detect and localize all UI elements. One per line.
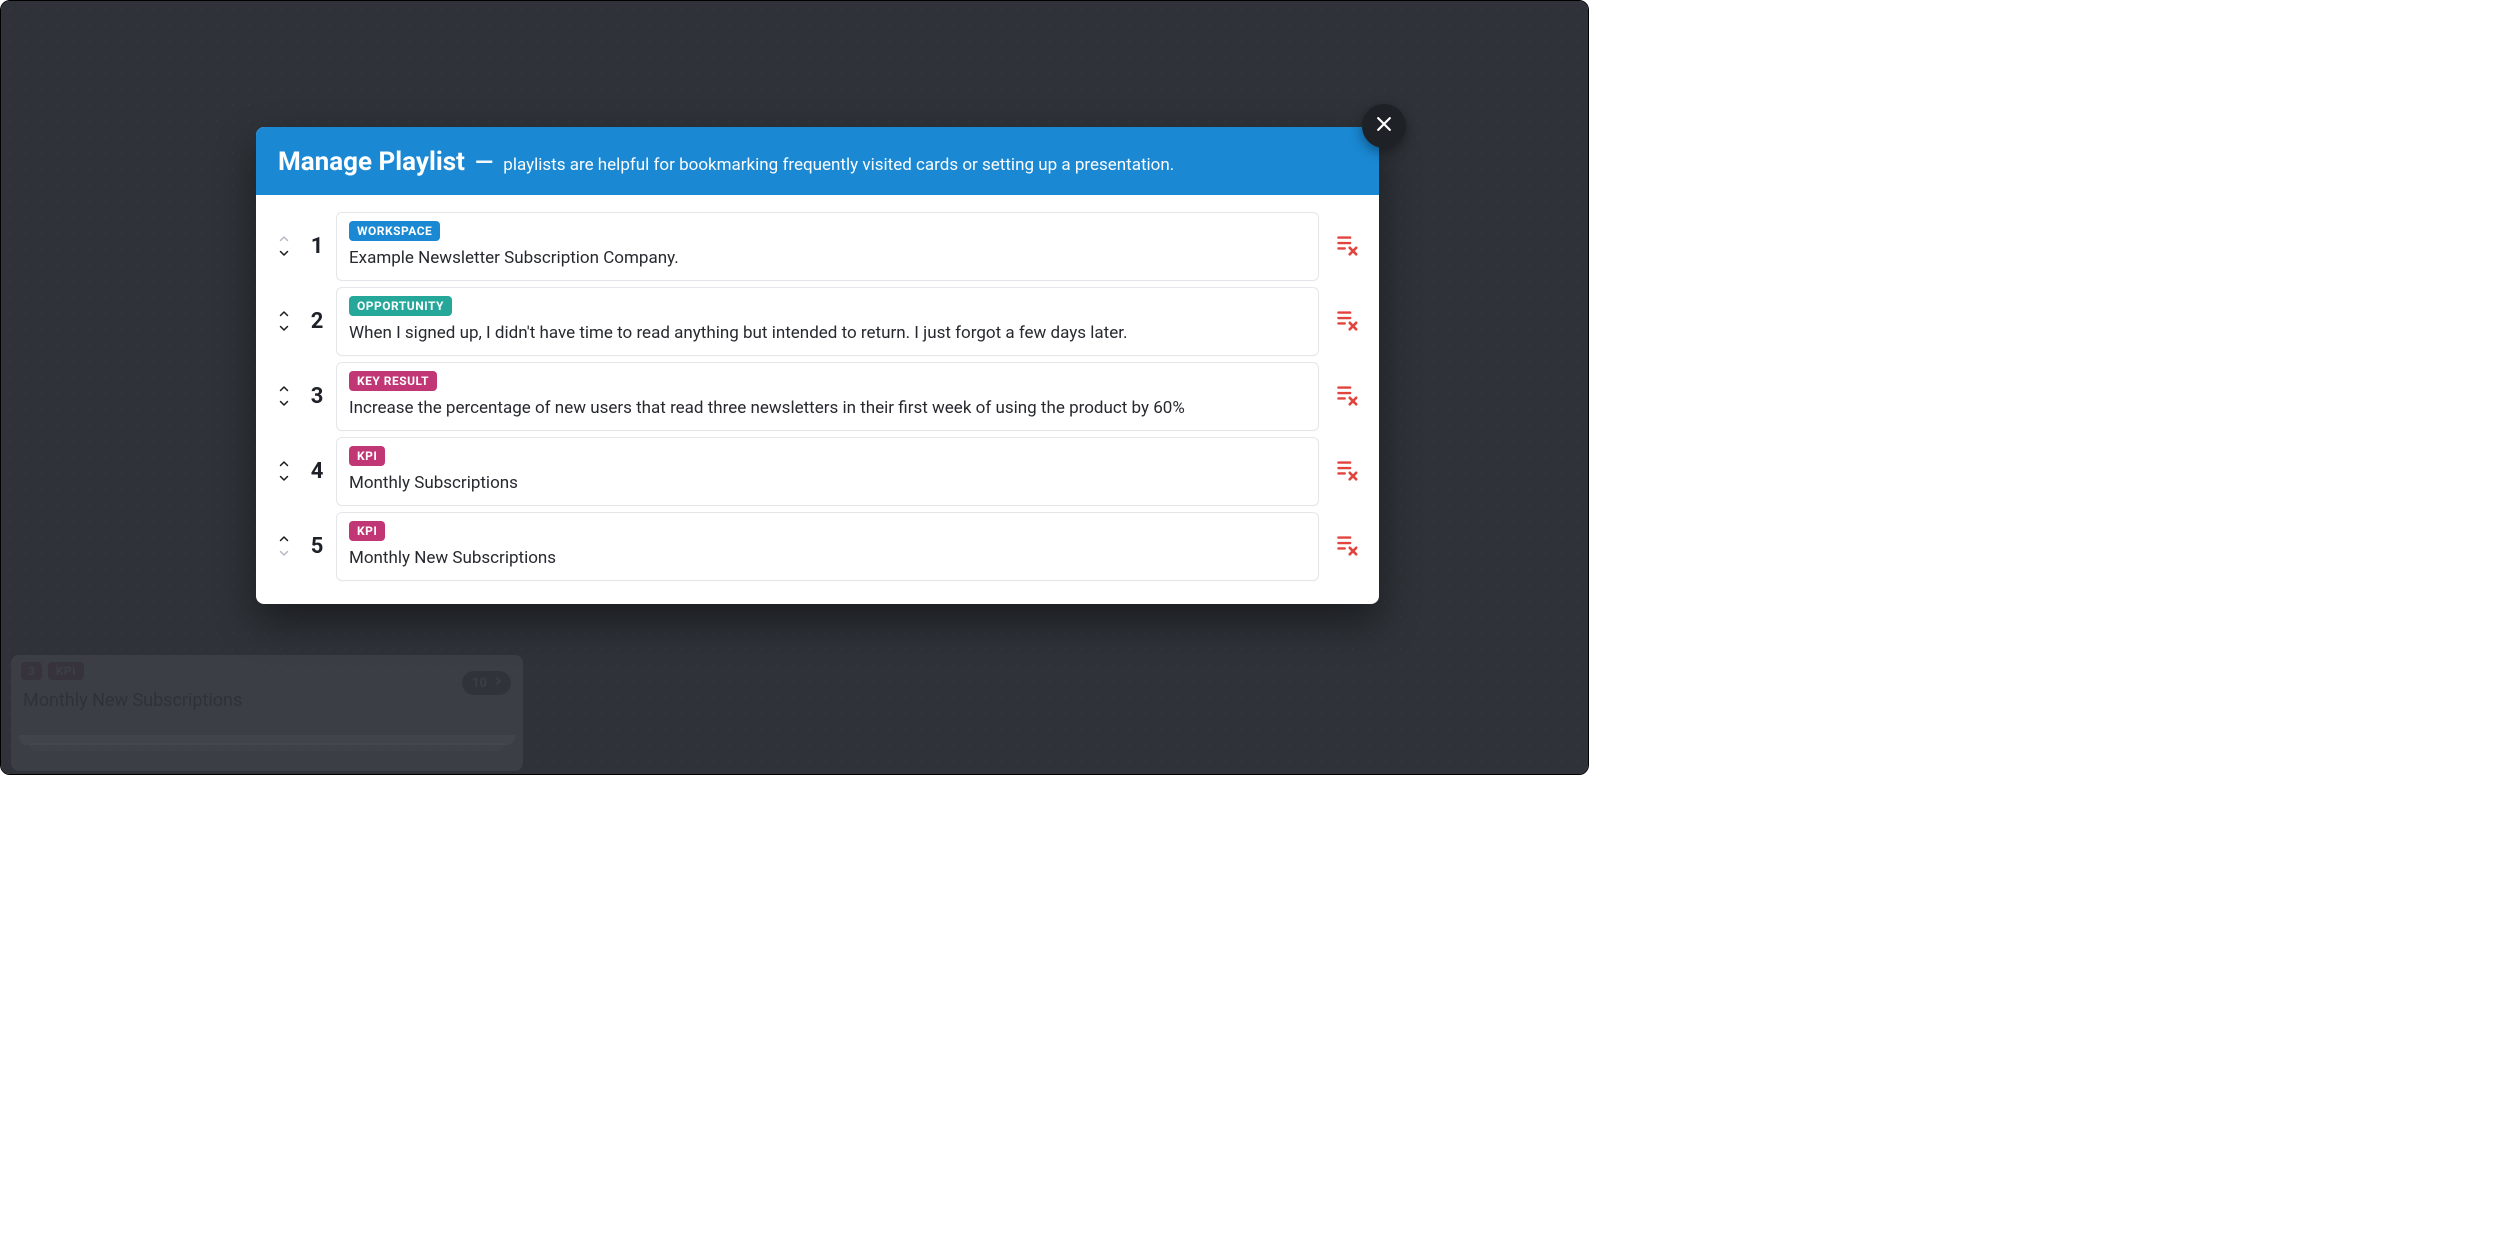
card-text: Increase the percentage of new users tha… <box>349 397 1306 420</box>
app-window: 3 KPI Monthly New Subscriptions 10 Manag… <box>0 0 1589 775</box>
card-text: Monthly Subscriptions <box>349 472 1306 495</box>
remove-from-list-icon <box>1334 531 1360 561</box>
remove-item-button[interactable] <box>1329 531 1365 561</box>
playlist-row: 2 OPPORTUNITY When I signed up, I didn't h… <box>270 284 1365 359</box>
playlist-card[interactable]: WORKSPACE Example Newsletter Subscription… <box>336 212 1319 281</box>
remove-item-button[interactable] <box>1329 231 1365 261</box>
move-down-button[interactable] <box>274 246 294 260</box>
card-text: When I signed up, I didn't have time to … <box>349 322 1306 345</box>
modal-body: 1 WORKSPACE Example Newsletter Subscriptio… <box>256 195 1379 604</box>
card-type-badge: KPI <box>349 446 385 466</box>
playlist-card[interactable]: OPPORTUNITY When I signed up, I didn't ha… <box>336 287 1319 356</box>
remove-from-list-icon <box>1334 306 1360 336</box>
reorder-controls <box>270 532 298 560</box>
card-type-badge: KPI <box>349 521 385 541</box>
playlist-card[interactable]: KPI Monthly New Subscriptions <box>336 512 1319 581</box>
chevron-down-icon <box>274 244 294 263</box>
chevron-down-icon <box>274 319 294 338</box>
modal-subtitle: playlists are helpful for bookmarking fr… <box>503 155 1174 175</box>
move-down-button <box>274 546 294 560</box>
remove-item-button[interactable] <box>1329 381 1365 411</box>
chevron-down-icon <box>274 394 294 413</box>
playlist-card[interactable]: KPI Monthly Subscriptions <box>336 437 1319 506</box>
card-text: Monthly New Subscriptions <box>349 547 1306 570</box>
remove-from-list-icon <box>1334 381 1360 411</box>
move-down-button[interactable] <box>274 471 294 485</box>
row-ordinal: 3 <box>308 384 326 409</box>
remove-from-list-icon <box>1334 456 1360 486</box>
card-type-badge: OPPORTUNITY <box>349 296 452 316</box>
chevron-down-icon <box>274 544 294 563</box>
modal-title-dash: — <box>475 148 493 176</box>
row-ordinal: 5 <box>308 534 326 559</box>
move-down-button[interactable] <box>274 396 294 410</box>
playlist-card[interactable]: KEY RESULT Increase the percentage of new… <box>336 362 1319 431</box>
card-type-badge: WORKSPACE <box>349 221 440 241</box>
chevron-down-icon <box>274 469 294 488</box>
close-button[interactable] <box>1362 104 1406 148</box>
playlist-row: 1 WORKSPACE Example Newsletter Subscriptio… <box>270 209 1365 284</box>
reorder-controls <box>270 307 298 335</box>
row-ordinal: 2 <box>308 309 326 334</box>
remove-item-button[interactable] <box>1329 456 1365 486</box>
move-down-button[interactable] <box>274 321 294 335</box>
playlist-row: 5 KPI Monthly New Subscriptions <box>270 509 1365 584</box>
remove-from-list-icon <box>1334 231 1360 261</box>
manage-playlist-modal: Manage Playlist — playlists are helpful … <box>256 127 1379 604</box>
row-ordinal: 4 <box>308 459 326 484</box>
remove-item-button[interactable] <box>1329 306 1365 336</box>
playlist-row: 3 KEY RESULT Increase the percentage of ne… <box>270 359 1365 434</box>
reorder-controls <box>270 457 298 485</box>
playlist-row: 4 KPI Monthly Subscriptions <box>270 434 1365 509</box>
reorder-controls <box>270 382 298 410</box>
reorder-controls <box>270 232 298 260</box>
row-ordinal: 1 <box>308 234 326 259</box>
card-text: Example Newsletter Subscription Company. <box>349 247 1306 270</box>
card-type-badge: KEY RESULT <box>349 371 437 391</box>
modal-title: Manage Playlist <box>278 147 465 177</box>
modal-header: Manage Playlist — playlists are helpful … <box>256 127 1379 195</box>
close-icon <box>1374 114 1394 138</box>
